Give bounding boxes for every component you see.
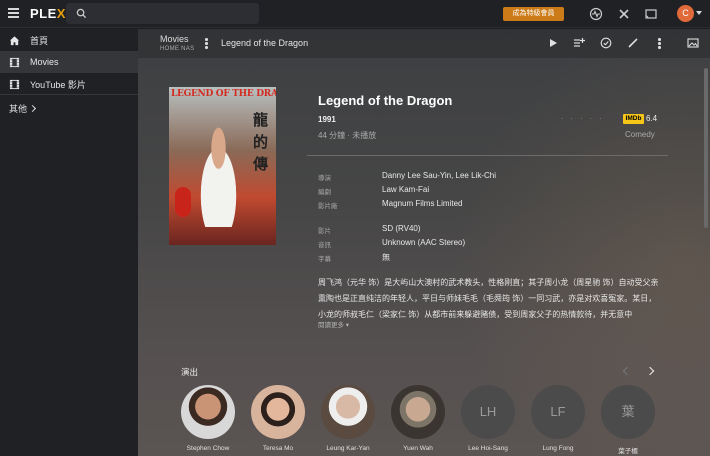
cast-name: Stephen Chow [186,445,230,452]
sidebar-item-label: 首頁 [30,35,49,46]
sidebar-item-home[interactable]: 首頁 [0,29,138,51]
film-icon [9,57,20,67]
more-actions-icon[interactable] [658,38,661,49]
cast-member[interactable]: LF Lung Fong [530,385,586,452]
detail-toolbar: Movies HOME NAS Legend of the Dragon [138,29,710,58]
divider [307,155,668,156]
cast-member[interactable]: Teresa Mo [250,385,306,452]
movie-duration: 44 分鐘 · 未播放 [318,131,377,140]
writer-label: 編劇 [318,189,331,196]
studio-label: 影片廠 [318,203,338,210]
user-rating-stars[interactable]: · · · · · [561,116,605,122]
cast-name: Lee Hoi-Sang [468,445,508,452]
subtitles-value[interactable]: 無 [382,252,390,263]
edit-icon[interactable] [627,37,639,49]
play-icon[interactable] [547,37,559,49]
poster-figure [191,122,246,227]
chevron-right-icon [28,104,37,113]
cast-photo [391,385,445,439]
sidebar-item-label: Movies [30,57,59,67]
imdb-rating: 6.4 [646,114,658,123]
cast-member[interactable]: LH Lee Hoi-Sang [460,385,516,452]
sidebar-item-label: YouTube 影片 [30,79,86,90]
audio-label: 音訊 [318,242,331,249]
mark-watched-icon[interactable] [600,37,612,49]
cast-member[interactable]: Yuen Wah [390,385,446,452]
cast-name: Yuen Wah [403,445,433,452]
poster-title-text: LEGEND OF THE DRAGON [171,89,276,99]
cast-member[interactable]: 葉 葉子楣 [600,385,656,455]
add-to-queue-icon[interactable] [573,37,585,49]
cast-initials: LH [461,385,515,439]
movie-genre[interactable]: Comedy [625,130,655,139]
film-icon [9,79,20,89]
chevron-left-icon[interactable] [622,366,632,376]
subtitles-label: 字幕 [318,256,331,263]
cast-name: 葉子楣 [618,448,638,455]
search-input[interactable] [66,3,259,24]
imdb-logo: IMDb [623,114,644,124]
sidebar-divider [0,94,138,95]
poster-chinese-title: 龍的傳 [253,111,269,173]
sidebar-more-label: 其他 [9,104,28,114]
sidebar: 首頁 Movies YouTube 影片 其他 [0,29,138,456]
poster-figure-secondary [175,187,191,217]
chevron-right-icon[interactable] [645,366,655,376]
cast-photo [251,385,305,439]
tools-icon[interactable] [617,7,631,21]
cast-member[interactable]: Leung Kar-Yan [320,385,376,452]
chevron-down-icon[interactable] [696,11,702,15]
movie-title: Legend of the Dragon [318,93,453,108]
video-value: SD (RV40) [382,224,421,233]
cast-initials: 葉 [601,385,655,439]
go-premium-button[interactable]: 成為特級會員 [503,7,564,21]
cast-photo [181,385,235,439]
breadcrumb-library[interactable]: Movies [160,34,189,44]
director-label: 導演 [318,175,331,182]
cast-photo [321,385,375,439]
director-value[interactable]: Danny Lee Sau-Yin, Lee Lik-Chi [382,171,496,180]
cast-initials: LF [531,385,585,439]
scrollbar-thumb[interactable] [704,68,708,228]
cast-name: Teresa Mo [262,445,294,452]
video-label: 影片 [318,228,331,235]
movie-year: 1991 [318,115,336,124]
sidebar-item-movies[interactable]: Movies [0,51,138,73]
user-avatar[interactable]: C [677,5,694,22]
studio-value[interactable]: Magnum Films Limited [382,199,462,208]
sidebar-item-youtube[interactable]: YouTube 影片 [0,73,138,95]
read-more-label: 閱讀更多 [318,322,344,329]
cast-name: Lung Fong [542,445,574,452]
cast-name: Leung Kar-Yan [326,445,370,452]
hamburger-icon[interactable] [8,8,19,18]
breadcrumb-server: HOME NAS [160,46,195,52]
cast-member[interactable]: Stephen Chow [180,385,236,452]
top-bar: PLEX 成為特級會員 C [0,0,710,28]
movie-poster[interactable]: LEGEND OF THE DRAGON 龍的傳 [169,87,276,245]
search-icon [76,8,87,19]
home-icon [9,35,20,45]
activity-icon[interactable] [589,7,603,21]
main-content: Movies HOME NAS Legend of the Dragon LEG [138,29,710,456]
cast-icon[interactable] [644,7,658,21]
plex-logo[interactable]: PLEX [30,6,66,21]
cast-heading: 演出 [181,367,199,377]
sidebar-more[interactable]: 其他 [9,102,37,115]
audio-value[interactable]: Unknown (AAC Stereo) [382,238,465,247]
more-options-icon[interactable] [205,38,208,49]
breadcrumb-title: Legend of the Dragon [221,38,309,48]
read-more-link[interactable]: 閱讀更多 ▾ [318,319,349,329]
writer-value[interactable]: Law Kam-Fai [382,185,429,194]
scrollbar[interactable] [704,58,708,456]
movie-synopsis: 周飞鸿（元华 饰）是大屿山大澳村的武术教头，性格刚直；其子周小龙（周星驰 饰）自… [318,278,659,319]
image-icon[interactable] [687,37,699,49]
